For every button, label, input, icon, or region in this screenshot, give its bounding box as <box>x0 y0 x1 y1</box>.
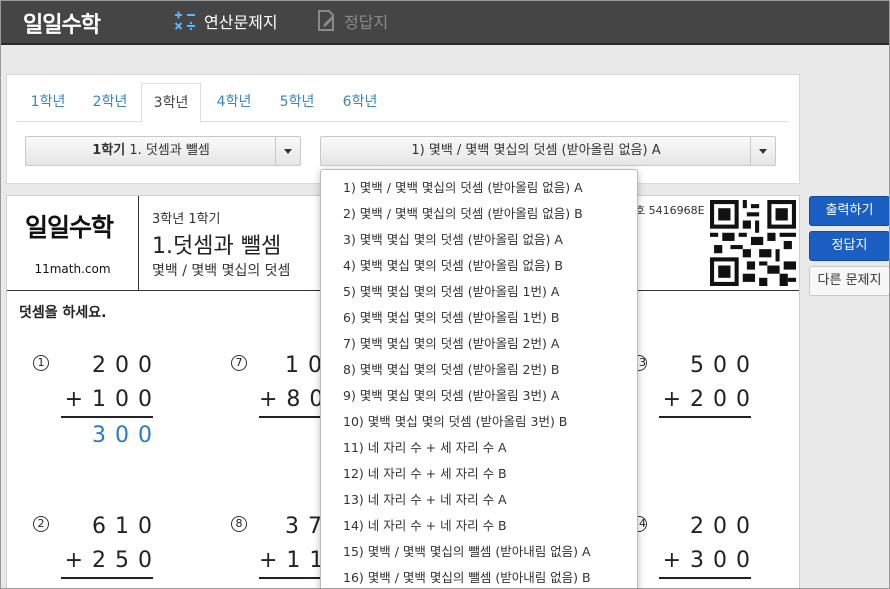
dropdown-option[interactable]: 8) 몇백 몇십 몇의 덧셈 (받아올림 2번) B <box>321 357 637 383</box>
nav-answer-sheet[interactable]: 정답지 <box>317 10 388 32</box>
problem-bottom-number: +200 <box>662 387 759 412</box>
dropdown-option[interactable]: 2) 몇백 / 몇백 몇십의 덧셈 (받아올림 없음) B <box>321 201 637 227</box>
chevron-down-icon[interactable] <box>275 137 300 165</box>
type-dropdown-list: 1) 몇백 / 몇백 몇십의 덧셈 (받아올림 없음) A 2) 몇백 / 몇백… <box>320 169 638 588</box>
problem-number: 2 <box>33 516 49 532</box>
dropdown-option[interactable]: 16) 몇백 / 몇백 몇십의 뺄셈 (받아내림 없음) B <box>321 565 637 588</box>
tab-grade-2[interactable]: 2학년 <box>79 83 141 121</box>
app-window: 일일수학 연산문제지 정답지 1학년 2학년 3학년 4학년 5학년 6학년 1… <box>0 0 890 589</box>
problem-14: 14 200 +300 <box>629 514 759 588</box>
dropdown-option[interactable]: 9) 몇백 몇십 몇의 덧셈 (받아올림 3번) A <box>321 383 637 409</box>
worksheet-chapter: 1.덧셈과 뺄셈 <box>152 234 282 259</box>
tab-grade-5[interactable]: 5학년 <box>266 83 328 121</box>
tab-grade-4[interactable]: 4학년 <box>203 83 265 121</box>
dropdown-option[interactable]: 4) 몇백 몇십 몇의 덧셈 (받아올림 없음) B <box>321 253 637 279</box>
grade-tabs: 1학년 2학년 3학년 4학년 5학년 6학년 <box>17 83 789 123</box>
problem-line <box>659 577 751 579</box>
unit-select[interactable]: 1학기 1. 덧셈과 뺄셈 <box>25 136 301 166</box>
problem-1: 1 200 +100 300 <box>31 353 161 453</box>
nav-answer-label: 정답지 <box>344 13 389 32</box>
dropdown-option[interactable]: 11) 네 자리 수 + 세 자리 수 A <box>321 435 637 461</box>
dropdown-option[interactable]: 7) 몇백 몇십 몇의 덧셈 (받아올림 2번) A <box>321 331 637 357</box>
dropdown-option[interactable]: 6) 몇백 몇십 몇의 덧셈 (받아올림 1번) B <box>321 305 637 331</box>
problem-line <box>61 577 153 579</box>
problem-bottom-number: +250 <box>64 548 161 573</box>
problem-bottom-number: +300 <box>662 548 759 573</box>
problem-top-number: 200 <box>92 353 161 378</box>
problem-top-number: 610 <box>92 514 161 539</box>
nav-worksheet[interactable]: 연산문제지 <box>173 10 278 32</box>
calculator-icon <box>174 11 195 31</box>
dropdown-option[interactable]: 10) 몇백 몇십 몇의 덧셈 (받아올림 3번) B <box>321 409 637 435</box>
dropdown-option[interactable]: 1) 몇백 / 몇백 몇십의 덧셈 (받아올림 없음) A <box>321 175 637 201</box>
answer-sheet-button[interactable]: 정답지 <box>809 231 889 261</box>
dropdown-option[interactable]: 12) 네 자리 수 + 세 자리 수 B <box>321 461 637 487</box>
problem-number: 1 <box>33 355 49 371</box>
problem-line <box>659 416 751 418</box>
dropdown-option[interactable]: 5) 몇백 몇십 몇의 덧셈 (받아올림 1번) A <box>321 279 637 305</box>
problem-2: 2 610 +250 <box>31 514 161 588</box>
unit-select-semester: 1학기 <box>92 143 126 158</box>
worksheet-subtitle: 몇백 / 몇백 몇십의 덧셈 <box>152 263 291 279</box>
document-edit-icon <box>318 10 334 31</box>
worksheet-logo-box: 일일수학 11math.com <box>7 196 139 290</box>
chevron-down-icon[interactable] <box>750 137 775 165</box>
problem-bottom-number: +100 <box>64 387 161 412</box>
dropdown-option[interactable]: 13) 네 자리 수 + 네 자리 수 A <box>321 487 637 513</box>
problem-13: 13 500 +200 <box>629 353 759 453</box>
other-worksheet-button[interactable]: 다른 문제지 <box>809 266 889 296</box>
selection-panel: 1학년 2학년 3학년 4학년 5학년 6학년 <box>6 74 800 184</box>
nav-worksheet-label: 연산문제지 <box>204 13 278 32</box>
qr-code-icon <box>710 200 796 286</box>
problem-number: 8 <box>231 516 247 532</box>
top-nav-bar: 일일수학 연산문제지 정답지 <box>1 1 889 45</box>
worksheet-site: 11math.com <box>34 262 111 276</box>
worksheet-instruction: 덧셈을 하세요. <box>19 305 107 321</box>
print-button[interactable]: 출력하기 <box>809 196 889 226</box>
tab-grade-6[interactable]: 6학년 <box>329 83 391 121</box>
tab-grade-1[interactable]: 1학년 <box>17 83 79 121</box>
problem-line <box>61 416 153 418</box>
worksheet-logo: 일일수학 <box>25 213 114 242</box>
type-select[interactable]: 1) 몇백 / 몇백 몇십의 덧셈 (받아올림 없음) A <box>320 136 776 166</box>
worksheet-grade: 3학년 1학기 <box>152 212 221 227</box>
problem-answer: 300 <box>92 423 161 448</box>
tab-grade-3[interactable]: 3학년 <box>141 83 201 123</box>
site-logo[interactable]: 일일수학 <box>23 7 101 39</box>
problem-top-number: 200 <box>690 514 759 539</box>
unit-select-unit: 1. 덧셈과 뺄셈 <box>129 143 210 158</box>
dropdown-option[interactable]: 14) 네 자리 수 + 네 자리 수 B <box>321 513 637 539</box>
problem-top-number: 500 <box>690 353 759 378</box>
dropdown-option[interactable]: 3) 몇백 몇십 몇의 덧셈 (받아올림 없음) A <box>321 227 637 253</box>
dropdown-option[interactable]: 15) 몇백 / 몇백 몇십의 뺄셈 (받아내림 없음) A <box>321 539 637 565</box>
type-select-value: 1) 몇백 / 몇백 몇십의 덧셈 (받아올림 없음) A <box>411 143 661 158</box>
problem-number: 7 <box>231 355 247 371</box>
worksheet-code: 호 5416968E <box>635 204 705 217</box>
